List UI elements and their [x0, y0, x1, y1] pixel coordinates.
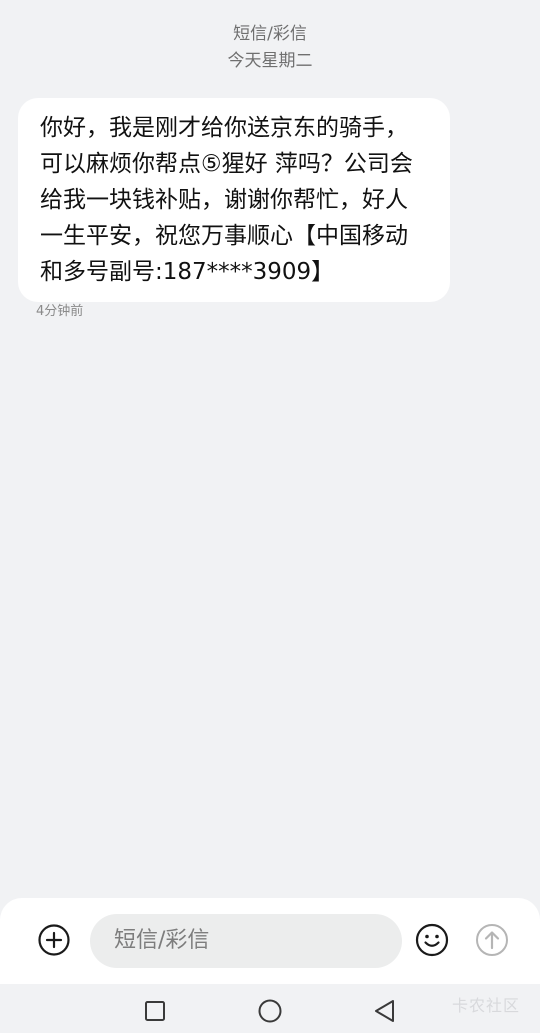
recent-apps-square-icon: [145, 1001, 165, 1021]
sms-conversation-screen: 短信/彩信 今天星期二 你好，我是刚才给你送京东的骑手，可以麻烦你帮点⑤猩好 萍…: [0, 0, 540, 1033]
add-attachment-button[interactable]: [38, 924, 70, 956]
message-composer: 短信/彩信: [0, 898, 540, 984]
watermark: 卡农社区: [451, 996, 520, 1015]
back-button[interactable]: [372, 998, 398, 1024]
message-input[interactable]: 短信/彩信: [90, 914, 402, 968]
incoming-message-bubble[interactable]: 你好，我是刚才给你送京东的骑手，可以麻烦你帮点⑤猩好 萍吗？公司会给我一块钱补贴…: [18, 98, 450, 302]
message-timestamp: 4分钟前: [36, 304, 84, 319]
recent-apps-button[interactable]: [142, 998, 168, 1024]
system-navigation-bar: 卡农社区: [0, 984, 540, 1033]
smiley-icon: [415, 923, 449, 957]
conversation-header: 短信/彩信 今天星期二: [0, 20, 540, 74]
home-button[interactable]: [257, 998, 283, 1024]
back-triangle-icon: [375, 1000, 394, 1022]
send-arrow-up-icon: [476, 924, 508, 956]
message-type-label: 短信/彩信: [233, 24, 307, 44]
home-circle-icon: [258, 999, 282, 1023]
add-circle-icon: [38, 924, 70, 956]
date-separator: 今天星期二: [227, 51, 313, 71]
emoji-button[interactable]: [415, 923, 449, 957]
send-button[interactable]: [475, 923, 509, 957]
